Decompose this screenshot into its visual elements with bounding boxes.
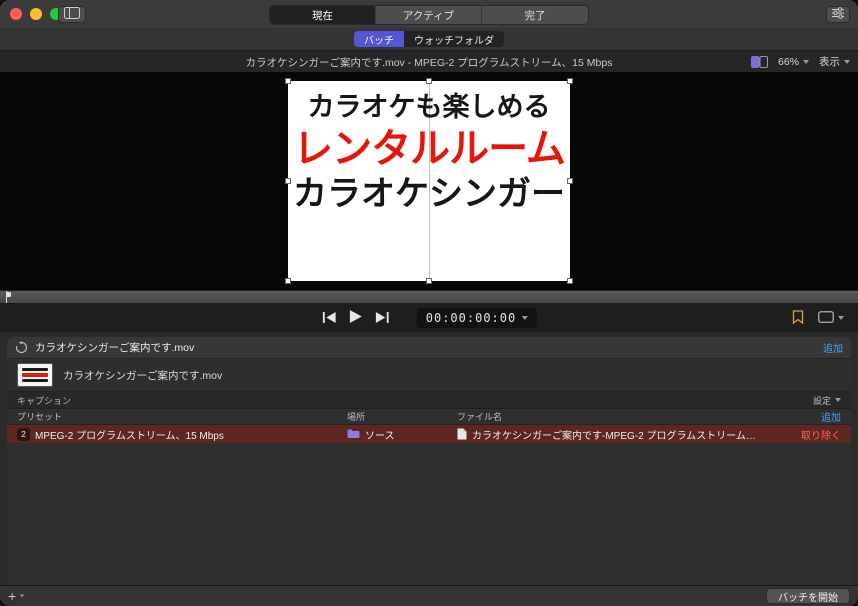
document-icon <box>457 428 467 440</box>
source-thumbnail <box>17 363 53 387</box>
chevron-down-icon <box>838 316 844 320</box>
selection-handle[interactable] <box>285 178 291 184</box>
selection-handle[interactable] <box>285 278 291 284</box>
compressor-window: 現在 アクティブ 完了 バッチ ウォッチフォルダ カラオケシンガーご案内です.m… <box>0 0 858 606</box>
chevron-down-icon <box>803 60 809 64</box>
sidebar-toggle-button[interactable] <box>58 6 86 23</box>
start-batch-button[interactable]: バッチを開始 <box>766 588 850 604</box>
selection-handle[interactable] <box>426 78 432 84</box>
column-location: 場所 <box>347 410 457 423</box>
selection-handle[interactable] <box>567 178 573 184</box>
selection-handle[interactable] <box>285 78 291 84</box>
play-button[interactable] <box>348 308 364 328</box>
job-status-icon <box>15 341 28 354</box>
frame-text-line3: カラオケシンガー <box>293 177 565 213</box>
preview-title: カラオケシンガーご案内です.mov - MPEG-2 プログラムストリーム、15… <box>0 55 858 70</box>
folder-icon <box>347 429 360 439</box>
preview-canvas: カラオケも楽しめる レンタルルーム カラオケシンガー <box>0 72 858 290</box>
display-dropdown[interactable]: 表示 <box>819 54 850 69</box>
chevron-down-icon <box>835 398 841 402</box>
caption-settings-dropdown[interactable]: 設定 <box>813 394 841 407</box>
compare-view-icon[interactable] <box>751 56 768 68</box>
source-row[interactable]: カラオケシンガーご案内です.mov <box>7 359 851 392</box>
display-label: 表示 <box>819 54 840 69</box>
output-row[interactable]: 2 MPEG-2 プログラムストリーム、15 Mbps ソース カラオケシンガー… <box>7 425 851 443</box>
close-button[interactable] <box>10 8 22 20</box>
mode-bar: バッチ ウォッチフォルダ <box>0 28 858 51</box>
job-add-link[interactable]: 追加 <box>823 340 843 355</box>
caption-label: キャプション <box>17 394 813 407</box>
titlebar: 現在 アクティブ 完了 <box>0 0 858 28</box>
skip-forward-icon <box>376 311 389 326</box>
tab-active[interactable]: アクティブ <box>376 6 482 24</box>
job-card: カラオケシンガーご案内です.mov 追加 カラオケシンガーご案内です.mov キ… <box>7 337 851 585</box>
job-title: カラオケシンガーご案内です.mov <box>35 340 816 355</box>
timeline-scrubber[interactable] <box>0 290 858 304</box>
zoom-value: 66% <box>778 56 799 68</box>
plus-icon: + <box>8 589 16 603</box>
timecode-value: 00:00:00:00 <box>426 311 516 325</box>
view-tabs: 現在 アクティブ 完了 <box>269 5 589 25</box>
next-frame-button[interactable] <box>374 309 391 328</box>
zoom-dropdown[interactable]: 66% <box>778 56 809 68</box>
output-count-badge: 2 <box>17 428 30 441</box>
bottom-bar: + バッチを開始 <box>0 585 858 606</box>
video-frame[interactable]: カラオケも楽しめる レンタルルーム カラオケシンガー <box>288 81 570 281</box>
caption-settings-label: 設定 <box>813 394 831 407</box>
skip-back-icon <box>323 311 336 326</box>
mode-segmented-control: バッチ ウォッチフォルダ <box>354 31 504 47</box>
marker-button[interactable] <box>792 310 804 327</box>
column-preset: プリセット <box>17 410 347 423</box>
column-filename: ファイル名 <box>457 410 757 423</box>
sliders-icon <box>831 7 845 22</box>
settings-button[interactable] <box>826 6 850 23</box>
traffic-lights <box>10 8 62 20</box>
previous-frame-button[interactable] <box>321 309 338 328</box>
transport-bar: 00:00:00:00 <box>0 304 858 332</box>
source-title: カラオケシンガーご案内です.mov <box>63 368 222 383</box>
preset-name: MPEG-2 プログラムストリーム、15 Mbps <box>35 427 224 442</box>
tab-completed[interactable]: 完了 <box>482 6 588 24</box>
minimize-button[interactable] <box>30 8 42 20</box>
playhead[interactable] <box>6 291 7 303</box>
output-filename: カラオケシンガーご案内です-MPEG-2 プログラムストリーム、15 Mbps.… <box>472 427 757 442</box>
add-job-button[interactable]: + <box>8 589 25 603</box>
location-value: ソース <box>365 427 395 442</box>
add-preset-link[interactable]: 追加 <box>757 409 841 424</box>
remove-preset-link[interactable]: 取り除く <box>757 427 841 442</box>
watch-folder-mode-button[interactable]: ウォッチフォルダ <box>404 31 504 47</box>
batch-mode-button[interactable]: バッチ <box>354 31 404 47</box>
bookmark-icon <box>792 310 804 327</box>
timecode-display[interactable]: 00:00:00:00 <box>417 308 537 328</box>
monitor-icon <box>818 311 834 326</box>
batch-panel: カラオケシンガーご案内です.mov 追加 カラオケシンガーご案内です.mov キ… <box>0 332 858 585</box>
chevron-down-icon <box>522 316 528 320</box>
caption-row: キャプション 設定 <box>7 392 851 409</box>
frame-text-line2: レンタルルーム <box>293 128 565 170</box>
chevron-down-icon <box>20 594 25 597</box>
selection-handle[interactable] <box>567 78 573 84</box>
chevron-down-icon <box>844 60 850 64</box>
sidebar-icon <box>64 7 80 22</box>
output-table-header: プリセット 場所 ファイル名 追加 <box>7 409 851 425</box>
selection-handle[interactable] <box>567 278 573 284</box>
preview-header: カラオケシンガーご案内です.mov - MPEG-2 プログラムストリーム、15… <box>0 51 858 72</box>
selection-handle[interactable] <box>426 278 432 284</box>
frame-text-line1: カラオケも楽しめる <box>308 93 551 121</box>
job-header[interactable]: カラオケシンガーご案内です.mov 追加 <box>7 337 851 359</box>
external-display-button[interactable] <box>818 311 844 326</box>
play-icon <box>350 310 362 326</box>
tab-current[interactable]: 現在 <box>270 6 376 24</box>
